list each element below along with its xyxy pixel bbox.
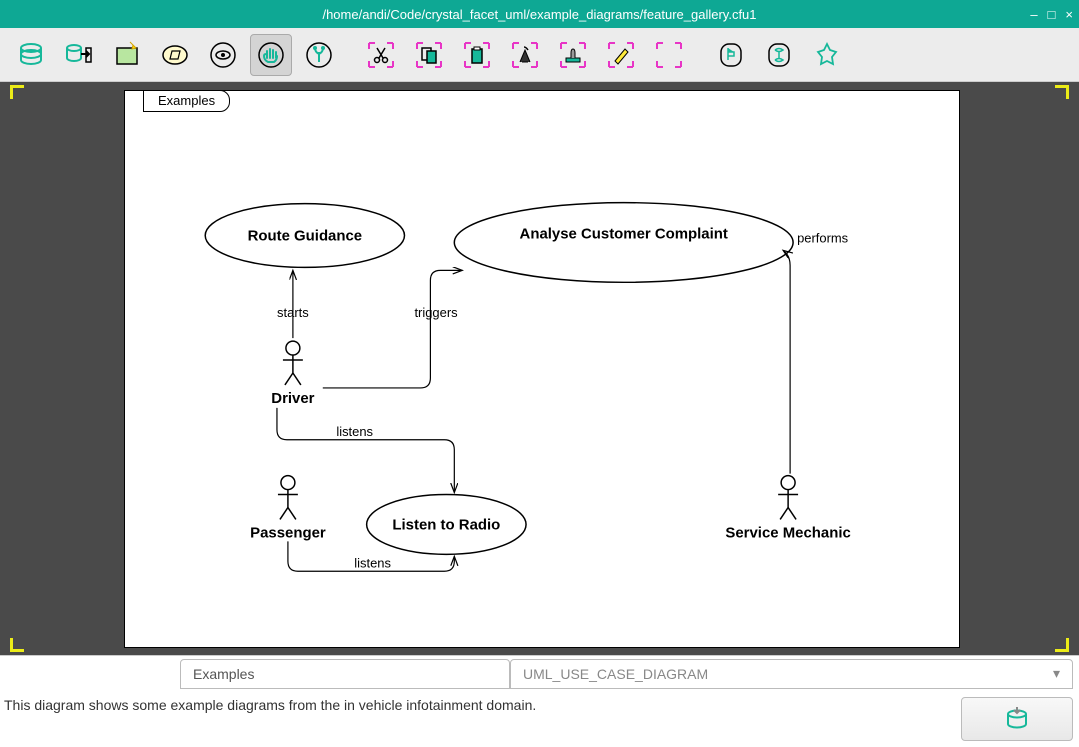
actor-passenger[interactable] [278, 476, 298, 520]
titlebar: /home/andi/Code/crystal_facet_uml/exampl… [0, 0, 1079, 28]
toolbar [0, 28, 1079, 82]
undo-icon[interactable] [710, 34, 752, 76]
name-field-value: Examples [193, 666, 254, 682]
stamp-icon[interactable] [552, 34, 594, 76]
relation-listens-driver[interactable] [277, 408, 454, 493]
chevron-down-icon: ▾ [1053, 665, 1060, 682]
database-icon[interactable] [10, 34, 52, 76]
resize-icon[interactable] [648, 34, 690, 76]
diagram-panel[interactable]: Examples Route Guidance Analyse Customer… [124, 90, 960, 648]
view-icon[interactable] [202, 34, 244, 76]
cut-icon[interactable] [360, 34, 402, 76]
use-case-label: Analyse Customer Complaint [520, 225, 728, 242]
folder-icon[interactable] [154, 34, 196, 76]
relation-label: starts [277, 305, 309, 320]
actor-label: Driver [271, 390, 314, 407]
highlight-icon[interactable] [600, 34, 642, 76]
relation-label: performs [797, 230, 848, 245]
name-field[interactable]: Examples [180, 659, 510, 689]
save-button[interactable] [961, 697, 1073, 741]
redo-icon[interactable] [758, 34, 800, 76]
hand-icon[interactable] [250, 34, 292, 76]
selection-corner [10, 85, 24, 99]
close-button[interactable]: × [1065, 8, 1073, 21]
minimize-button[interactable]: – [1030, 8, 1037, 21]
new-window-icon[interactable] [106, 34, 148, 76]
description-row: This diagram shows some example diagrams… [0, 691, 1079, 747]
maximize-button[interactable]: □ [1048, 8, 1056, 21]
actor-label: Passenger [250, 524, 326, 541]
relation-label: listens [354, 555, 391, 570]
window-controls: – □ × [1030, 8, 1073, 21]
canvas-area: Examples Route Guidance Analyse Customer… [0, 82, 1079, 655]
delete-icon[interactable] [504, 34, 546, 76]
window-title: /home/andi/Code/crystal_facet_uml/exampl… [322, 7, 756, 22]
actor-label: Service Mechanic [725, 524, 850, 541]
actor-service-mechanic[interactable] [778, 476, 798, 520]
selection-corner [1055, 85, 1069, 99]
diagram-tab-label: Examples [158, 93, 215, 108]
plant-icon[interactable] [298, 34, 340, 76]
use-case-label: Route Guidance [248, 227, 363, 244]
copy-icon[interactable] [408, 34, 450, 76]
relation-label: listens [336, 424, 373, 439]
database-save-icon [1002, 704, 1032, 734]
export-icon[interactable] [58, 34, 100, 76]
diagram-svg: Route Guidance Analyse Customer Complain… [125, 91, 959, 647]
diagram-tab[interactable]: Examples [143, 90, 230, 112]
relation-performs[interactable] [783, 250, 790, 473]
relation-triggers[interactable] [323, 270, 462, 388]
description-text[interactable]: This diagram shows some example diagrams… [4, 697, 961, 713]
type-select[interactable]: UML_USE_CASE_DIAGRAM ▾ [510, 659, 1073, 689]
selection-corner [1055, 638, 1069, 652]
actor-driver[interactable] [283, 341, 303, 385]
type-select-value: UML_USE_CASE_DIAGRAM [523, 666, 708, 682]
bottom-bar: Examples UML_USE_CASE_DIAGRAM ▾ [0, 655, 1079, 691]
relation-label: triggers [414, 305, 457, 320]
paste-icon[interactable] [456, 34, 498, 76]
use-case-label: Listen to Radio [392, 516, 500, 533]
about-icon[interactable] [806, 34, 848, 76]
selection-corner [10, 638, 24, 652]
